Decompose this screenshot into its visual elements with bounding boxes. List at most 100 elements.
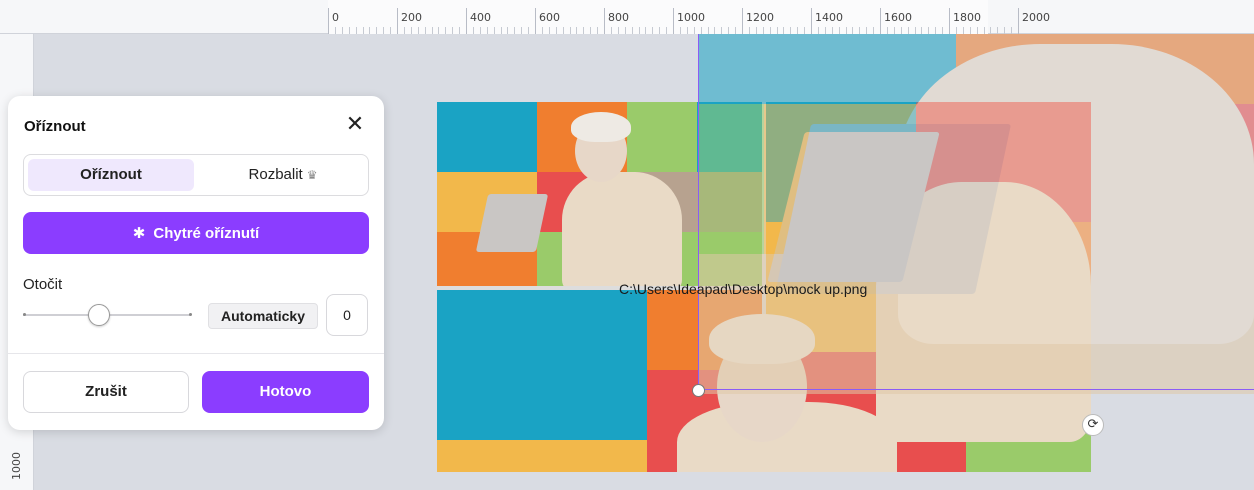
ruler-minor-tick [555,27,557,34]
ruler-major-tick [742,8,743,34]
ruler-minor-tick [735,27,737,34]
ruler-minor-tick [528,27,530,34]
done-button[interactable]: Hotovo [202,371,369,413]
ruler-minor-tick [500,27,502,34]
ruler-minor-tick [472,27,474,34]
ruler-minor-tick [1004,27,1006,34]
ruler-minor-tick [459,27,461,34]
ruler-label: 1400 [815,11,843,24]
ruler-minor-tick [859,27,861,34]
ruler-minor-tick [438,27,440,34]
sparkle-icon: ✱ [132,224,146,242]
ruler-minor-tick [652,27,654,34]
ruler-minor-tick [969,27,971,34]
ruler-label: 2000 [1022,11,1050,24]
tab-expand[interactable]: Rozbalit ♛ [200,159,366,191]
ruler-minor-tick [714,27,716,34]
ruler-minor-tick [493,27,495,34]
panel-divider [8,353,384,354]
ruler-major-tick [466,8,467,34]
ruler-minor-tick [990,27,992,34]
ruler-minor-tick [590,27,592,34]
ruler-minor-tick [914,27,916,34]
ruler-minor-tick [376,27,378,34]
ruler-major-tick [673,8,674,34]
ruler-minor-tick [693,27,695,34]
ruler-minor-tick [942,27,944,34]
ruler-minor-tick [921,27,923,34]
ruler-minor-tick [804,27,806,34]
ruler-minor-tick [783,27,785,34]
ruler-label: 600 [539,11,560,24]
ruler-minor-tick [431,27,433,34]
auto-rotate-button[interactable]: Automaticky [208,303,318,329]
ruler-minor-tick [445,27,447,34]
ruler-major-tick [328,8,329,34]
ruler-minor-tick [452,27,454,34]
ruler-minor-tick [417,27,419,34]
cancel-button[interactable]: Zrušit [23,371,189,413]
ruler-minor-tick [645,27,647,34]
ruler-minor-tick [631,27,633,34]
close-icon[interactable]: ✕ [344,114,366,136]
ruler-label: 1200 [746,11,774,24]
ruler-minor-tick [983,27,985,34]
ruler-minor-tick [334,27,336,34]
ruler-minor-tick [769,27,771,34]
crown-icon: ♛ [306,168,318,182]
ruler-major-tick [949,8,950,34]
ruler-minor-tick [521,27,523,34]
crop-panel: Oříznout ✕ Oříznout Rozbalit ♛ ✱ Chytré oř… [8,96,384,430]
ruler-minor-tick [383,27,385,34]
ruler-major-tick [535,8,536,34]
ruler-label: 1600 [884,11,912,24]
ruler-minor-tick [700,27,702,34]
ruler-minor-tick [797,27,799,34]
ruler-minor-tick [576,27,578,34]
left-ruler-label: 1000 [10,452,23,480]
ruler-major-tick [397,8,398,34]
rotate-slider-thumb[interactable] [87,304,110,326]
smart-crop-button[interactable]: ✱ Chytré oříznutí [23,212,369,254]
ruler-minor-tick [824,27,826,34]
ruler-minor-tick [610,27,612,34]
rotate-icon[interactable]: ⟳ [1082,414,1104,436]
ruler-label: 800 [608,11,629,24]
tab-crop-label: Oříznout [80,166,142,183]
ruler-minor-tick [410,27,412,34]
ruler-minor-tick [838,27,840,34]
ruler-minor-tick [666,27,668,34]
ruler-minor-tick [976,27,978,34]
ruler-minor-tick [955,27,957,34]
ruler-minor-tick [403,27,405,34]
ruler-minor-tick [886,27,888,34]
ruler-minor-tick [624,27,626,34]
panel-title: Oříznout [24,118,86,135]
crop-handle[interactable] [692,384,705,397]
tab-crop[interactable]: Oříznout [28,159,194,191]
ruler-minor-tick [935,27,937,34]
ruler-minor-tick [514,27,516,34]
crop-mode-toggle: Oříznout Rozbalit ♛ [23,154,369,196]
ruler-major-tick [811,8,812,34]
ruler-minor-tick [686,27,688,34]
ruler-minor-tick [390,27,392,34]
ruler-minor-tick [369,27,371,34]
ruler-minor-tick [790,27,792,34]
angle-input[interactable]: 0 [326,294,368,336]
slider-min-dot [23,313,26,316]
ruler-minor-tick [866,27,868,34]
ruler-minor-tick [541,27,543,34]
ruler-minor-tick [479,27,481,34]
ruler-minor-tick [997,27,999,34]
ruler-minor-tick [562,27,564,34]
ruler-minor-tick [928,27,930,34]
slider-max-dot [189,313,192,316]
ruler-minor-tick [962,27,964,34]
crop-frame [698,34,1254,390]
ruler-minor-tick [679,27,681,34]
ruler-major-tick [880,8,881,34]
ruler-minor-tick [755,27,757,34]
ruler-minor-tick [548,27,550,34]
ruler-label: 200 [401,11,422,24]
